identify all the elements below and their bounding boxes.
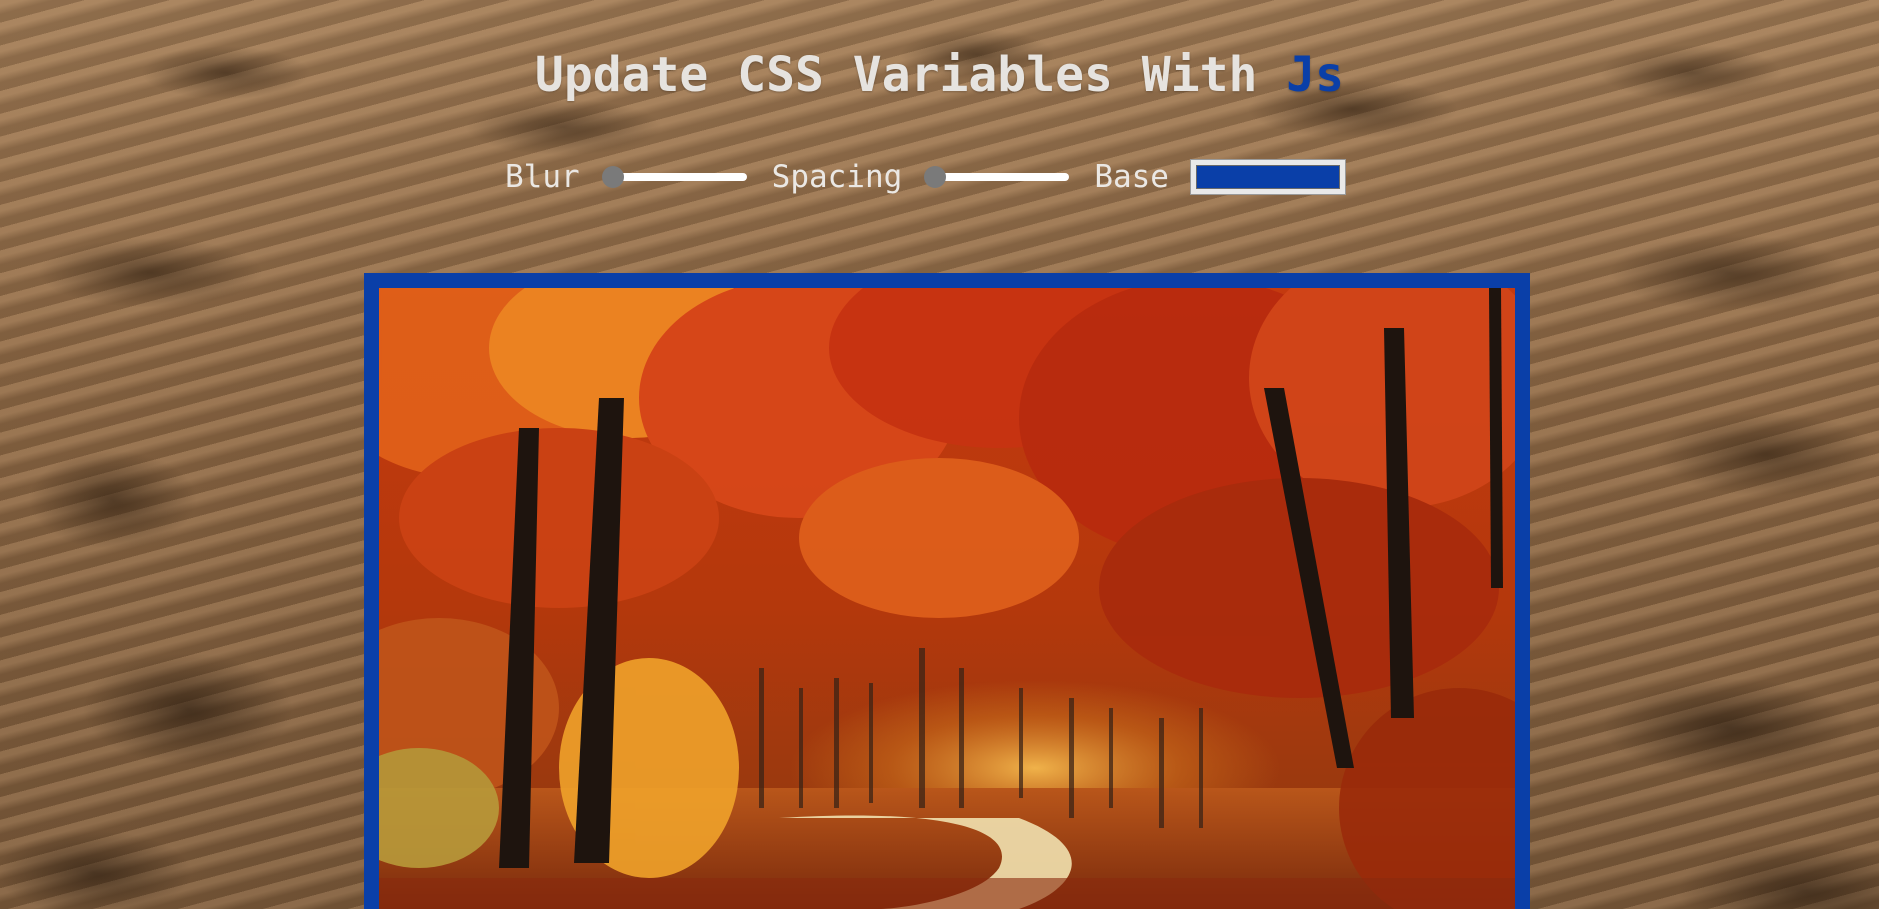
base-color-picker[interactable] [1189,159,1346,195]
blur-slider[interactable] [601,165,747,189]
page-title-text: Update CSS Variables With [534,47,1287,103]
photo-frame [364,273,1530,909]
spacing-slider-thumb[interactable] [924,166,947,188]
blur-label: Blur [505,159,580,195]
blur-slider-thumb[interactable] [601,166,624,188]
page-title: Update CSS Variables With Js [0,46,1879,104]
spacing-slider[interactable] [924,165,1070,189]
blur-slider-track[interactable] [609,173,747,181]
base-color-swatch[interactable] [1195,165,1340,189]
base-label: Base [1094,159,1169,195]
autumn-forest-photo [379,288,1515,909]
controls-bar: Blur Spacing Base [505,155,1346,199]
spacing-label: Spacing [771,159,903,195]
page-title-highlight: Js [1286,47,1345,103]
spacing-slider-track[interactable] [932,173,1070,181]
